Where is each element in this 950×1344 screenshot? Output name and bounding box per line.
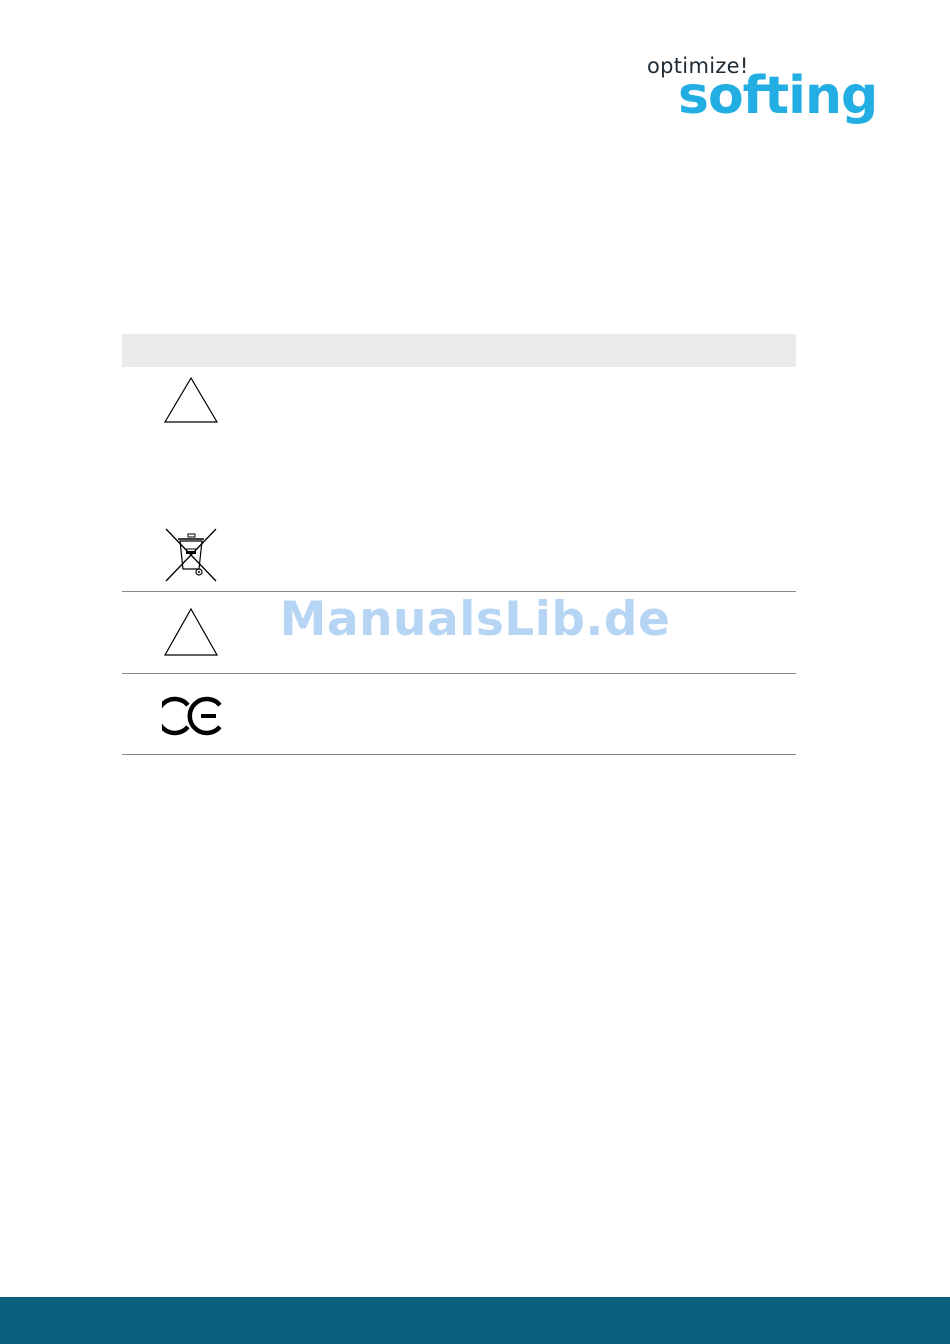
warning-triangle-icon bbox=[163, 376, 219, 423]
footer-bar bbox=[0, 1297, 950, 1344]
table-row bbox=[122, 367, 796, 592]
softing-logo: optimize! softing bbox=[640, 52, 900, 142]
ce-mark-icon bbox=[162, 696, 222, 736]
table-row bbox=[122, 674, 796, 755]
table-header bbox=[122, 334, 796, 367]
watermark-text: ManualsLib.de bbox=[279, 592, 671, 647]
logo-wordmark: softing bbox=[678, 66, 878, 126]
weee-crossed-bin-icon bbox=[165, 528, 217, 582]
